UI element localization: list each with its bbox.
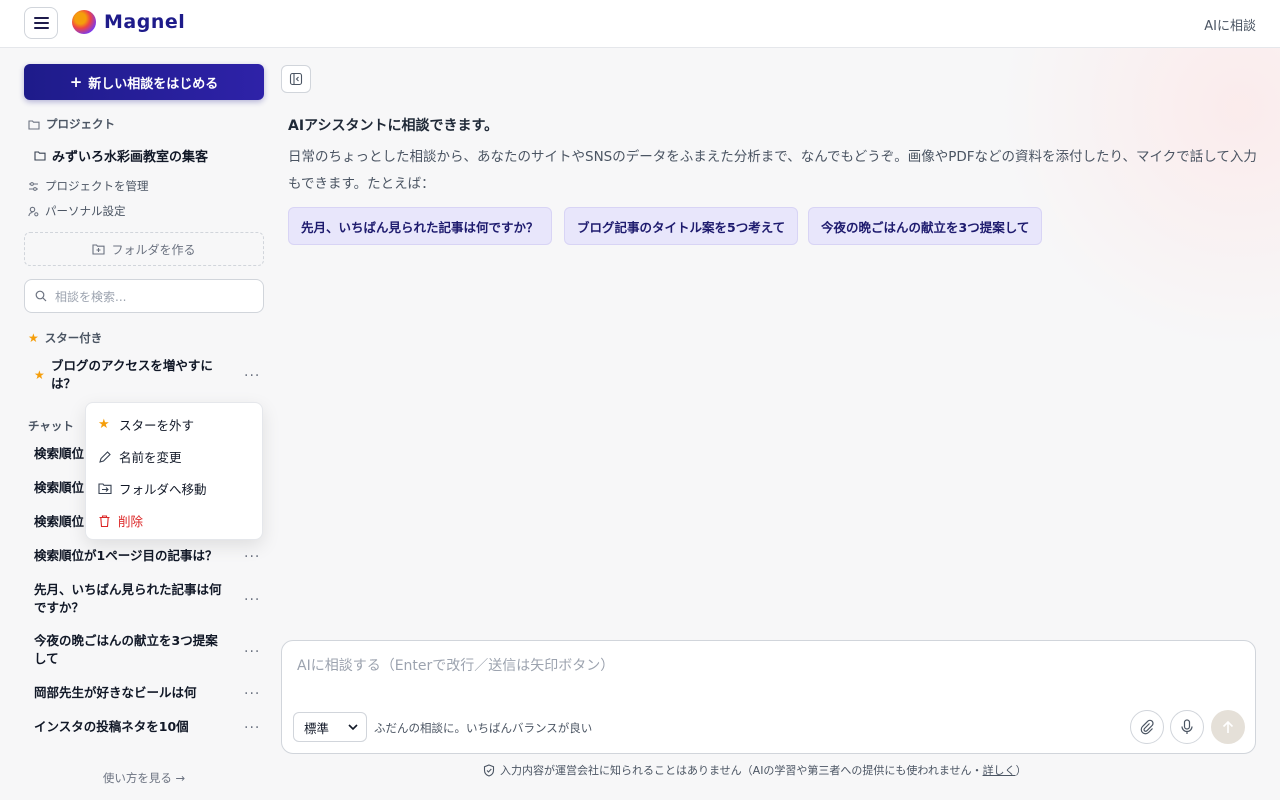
chat-context-menu: ★ スターを外す 名前を変更 フォルダへ移動 削除: [85, 402, 263, 540]
brand-logo[interactable]: Magnel: [72, 10, 185, 34]
starred-chat-item[interactable]: ★ ブログのアクセスを増やすには？: [34, 357, 230, 393]
chat-item[interactable]: 検索順位が1ページ目の記事は？: [34, 547, 230, 565]
projects-section-label: プロジェクト: [28, 116, 115, 132]
starred-section-label: ★ スター付き: [28, 330, 102, 346]
plus-icon: +: [69, 73, 83, 91]
microphone-icon: [1181, 719, 1193, 734]
hamburger-menu-button[interactable]: [24, 7, 58, 39]
star-icon: ★: [28, 331, 39, 345]
projects-label-text: プロジェクト: [46, 117, 115, 131]
how-to-use-link[interactable]: 使い方を見る →: [0, 770, 288, 786]
mode-description: ふだんの相談に。いちばんバランスが良い: [374, 721, 593, 735]
unstar-menu-item[interactable]: ★ スターを外す: [98, 415, 194, 434]
microphone-button[interactable]: [1170, 710, 1204, 744]
personal-settings-label: パーソナル設定: [45, 204, 126, 218]
trash-icon: [99, 514, 110, 527]
mode-select[interactable]: 標準: [293, 712, 367, 742]
folder-plus-icon: [92, 244, 106, 255]
move-label: フォルダへ移動: [119, 482, 207, 497]
privacy-details-link[interactable]: 詳しく: [983, 764, 1016, 777]
project-item-label: みずいろ水彩画教室の集客: [52, 150, 209, 165]
folder-icon: [34, 151, 46, 161]
chat-item[interactable]: 岡部先生が好きなビールは何: [34, 684, 230, 702]
shield-check-icon: [483, 763, 495, 777]
chat-item-title: 今夜の晩ごはんの献立を3つ提案して: [34, 633, 218, 666]
make-folder-button[interactable]: フォルダを作る: [24, 232, 264, 266]
send-button[interactable]: [1211, 710, 1245, 744]
chat-item-title: 岡部先生が好きなビールは何: [34, 685, 197, 700]
chevron-down-icon: [348, 723, 358, 730]
chat-item[interactable]: 今夜の晩ごはんの献立を3つ提案して: [34, 632, 230, 668]
sidebar-collapse-icon: [289, 72, 303, 86]
intro-title: AIアシスタントに相談できます。: [288, 118, 499, 134]
chat-item-title: 検索順位: [34, 446, 85, 461]
paperclip-icon: [1140, 719, 1154, 735]
delete-label: 削除: [118, 514, 144, 529]
more-options-icon[interactable]: ···: [244, 550, 260, 564]
suggestion-chip[interactable]: 今夜の晩ごはんの献立を3つ提案して: [808, 207, 1043, 245]
logo-mark-icon: [72, 10, 96, 34]
chat-item-title: インスタの投稿ネタを10個: [34, 719, 189, 734]
chat-item-title: 検索順位が1ページ目の記事は？: [34, 548, 218, 563]
make-folder-label: フォルダを作る: [111, 242, 196, 257]
new-chat-label: 新しい相談をはじめる: [88, 76, 219, 92]
chat-item-title: 先月、いちばん見られた記事は何ですか？: [34, 582, 222, 615]
user-settings-icon: [28, 206, 39, 216]
intro-body: 日常のちょっとした相談から、あなたのサイトやSNSのデータをふまえた分析まで、な…: [288, 149, 1257, 192]
more-options-icon[interactable]: ···: [244, 645, 260, 659]
sliders-icon: [29, 181, 38, 191]
collapse-sidebar-button[interactable]: [281, 65, 311, 93]
search-icon: [35, 290, 47, 302]
search-placeholder: 相談を検索...: [55, 289, 127, 304]
attach-button[interactable]: [1130, 710, 1164, 744]
manage-projects-label: プロジェクトを管理: [45, 179, 149, 193]
pencil-icon: [99, 450, 111, 463]
project-item[interactable]: みずいろ水彩画教室の集客: [34, 146, 208, 165]
star-icon: ★: [98, 417, 110, 432]
chat-label-text: チャット: [28, 419, 74, 433]
privacy-text: 入力内容が運営会社に知られることはありません（AIの学習や第三者への提供にも使わ…: [500, 764, 983, 777]
folder-move-icon: [98, 483, 112, 495]
message-composer: AIに相談する（Enterで改行／送信は矢印ボタン） 標準 ふだんの相談に。いち…: [281, 640, 1256, 754]
delete-menu-item[interactable]: 削除: [98, 511, 143, 530]
privacy-notice: 入力内容が運営会社に知られることはありません（AIの学習や第三者への提供にも使わ…: [483, 762, 1027, 778]
top-header: Magnel AIに相談: [0, 0, 1280, 48]
mode-selected-value: 標準: [304, 720, 330, 736]
header-page-title: AIに相談: [1204, 19, 1256, 34]
chat-item[interactable]: インスタの投稿ネタを10個: [34, 718, 230, 736]
chat-item-title: 検索順位: [34, 480, 85, 495]
rename-label: 名前を変更: [119, 450, 182, 465]
suggestion-chip[interactable]: 先月、いちばん見られた記事は何ですか？: [288, 207, 552, 245]
main-panel: AIアシスタントに相談できます。 日常のちょっとした相談から、あなたのサイトやS…: [280, 48, 1280, 800]
hamburger-icon: [33, 17, 49, 29]
starred-label-text: スター付き: [44, 331, 103, 345]
star-icon: ★: [34, 368, 45, 382]
move-to-folder-menu-item[interactable]: フォルダへ移動: [98, 479, 207, 498]
chat-search-input[interactable]: 相談を検索...: [24, 279, 264, 313]
chats-section-label: チャット: [28, 418, 74, 434]
new-chat-button[interactable]: + 新しい相談をはじめる: [24, 64, 264, 100]
chat-item-title: ブログのアクセスを増やすには？: [51, 358, 213, 391]
more-options-icon[interactable]: ···: [244, 721, 260, 735]
logo-text: Magnel: [104, 11, 186, 33]
message-input[interactable]: AIに相談する（Enterで改行／送信は矢印ボタン）: [297, 655, 614, 675]
more-options-icon[interactable]: ···: [244, 687, 260, 701]
chat-item[interactable]: 先月、いちばん見られた記事は何ですか？: [34, 581, 230, 617]
unstar-label: スターを外す: [119, 418, 195, 433]
folder-icon: [28, 119, 40, 130]
privacy-text-close: ）: [1015, 764, 1027, 777]
more-options-icon[interactable]: ···: [244, 593, 260, 607]
rename-menu-item[interactable]: 名前を変更: [98, 447, 182, 466]
more-options-icon[interactable]: ···: [244, 369, 260, 383]
manage-projects-link[interactable]: プロジェクトを管理: [28, 178, 149, 194]
arrow-up-icon: [1222, 720, 1234, 733]
personal-settings-link[interactable]: パーソナル設定: [28, 203, 126, 219]
chat-item-title: 検索順位: [34, 514, 85, 529]
suggestion-chip[interactable]: ブログ記事のタイトル案を5つ考えて: [564, 207, 799, 245]
